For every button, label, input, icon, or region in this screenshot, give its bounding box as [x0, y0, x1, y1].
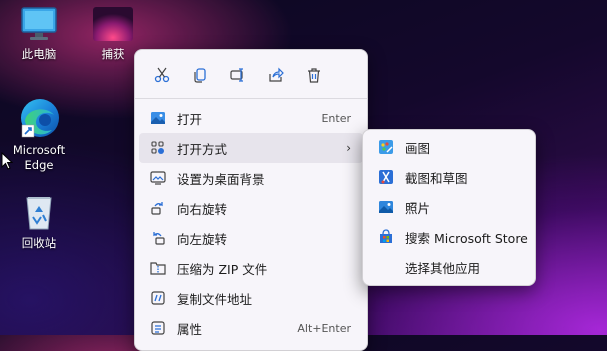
submenu-item-photos[interactable]: 照片 — [367, 192, 531, 222]
submenu-item-label: 画图 — [405, 140, 431, 156]
zip-folder-icon — [149, 259, 167, 277]
menu-item-open-with[interactable]: 打开方式 › — [139, 133, 363, 163]
desktop-icon-label: 回收站 — [21, 236, 57, 250]
submenu-item-label: 照片 — [405, 200, 431, 216]
rotate-right-icon — [149, 199, 167, 217]
menu-item-copy-path[interactable]: 复制文件地址 — [139, 283, 363, 313]
desktop-icon-this-pc[interactable]: 此电脑 — [2, 5, 76, 62]
menu-item-compress-zip[interactable]: 压缩为 ZIP 文件 — [139, 253, 363, 283]
menu-item-rotate-left[interactable]: 向左旋转 — [139, 223, 363, 253]
copy-button[interactable] — [181, 62, 219, 88]
menu-item-properties[interactable]: 属性 Alt+Enter — [139, 313, 363, 343]
cut-icon — [154, 67, 170, 83]
submenu-item-paint[interactable]: 画图 — [367, 132, 531, 162]
properties-icon — [149, 319, 167, 337]
picture-icon — [149, 109, 167, 127]
mouse-cursor-icon — [1, 151, 14, 174]
desktop-icon-label: Microsoft Edge — [12, 143, 66, 172]
share-icon — [269, 67, 284, 82]
context-menu: 打开 Enter 打开方式 › 设置为桌面背景 向右旋转 向左旋转 压缩为 ZI… — [134, 49, 368, 351]
menu-item-shortcut: Alt+Enter — [297, 321, 351, 335]
delete-icon — [308, 68, 320, 83]
open-with-submenu: 画图 截图和草图 照片 搜索 Microsoft Store 选择其他应用 — [362, 129, 536, 286]
menu-item-label: 压缩为 ZIP 文件 — [177, 261, 268, 277]
menu-item-label: 复制文件地址 — [177, 291, 253, 307]
desktop-icon-label: 捕获 — [101, 47, 125, 61]
menu-divider — [135, 98, 367, 99]
context-menu-toolbar — [135, 50, 367, 94]
rename-button[interactable] — [219, 62, 257, 88]
photos-icon — [377, 198, 395, 216]
submenu-item-label: 截图和草图 — [405, 170, 468, 186]
open-with-icon — [149, 139, 167, 157]
desktop-icon-edge[interactable]: Microsoft Edge — [2, 95, 76, 173]
menu-item-label: 向左旋转 — [177, 231, 228, 247]
monitor-icon — [19, 5, 59, 43]
desktop-background-icon — [149, 169, 167, 187]
submenu-item-label: 选择其他应用 — [405, 260, 481, 276]
menu-item-shortcut: Enter — [321, 111, 351, 125]
copy-path-icon — [149, 289, 167, 307]
rotate-left-icon — [149, 229, 167, 247]
submenu-item-search-store[interactable]: 搜索 Microsoft Store — [367, 222, 531, 252]
submenu-item-snipping-tool[interactable]: 截图和草图 — [367, 162, 531, 192]
menu-item-rotate-right[interactable]: 向右旋转 — [139, 193, 363, 223]
menu-item-label: 设置为桌面背景 — [177, 171, 265, 187]
cut-button[interactable] — [143, 62, 181, 88]
desktop-icon-recycle-bin[interactable]: 回收站 — [2, 192, 76, 251]
menu-item-label: 打开 — [177, 111, 203, 127]
submenu-item-choose-other-app[interactable]: 选择其他应用 — [367, 252, 531, 282]
rename-icon — [230, 68, 243, 82]
menu-item-label: 打开方式 — [177, 141, 228, 157]
image-thumbnail-icon — [91, 5, 135, 43]
chevron-right-icon: › — [346, 141, 351, 155]
edge-icon — [16, 95, 62, 141]
recycle-bin-icon — [21, 192, 57, 232]
delete-button[interactable] — [295, 62, 333, 88]
menu-item-set-desktop-background[interactable]: 设置为桌面背景 — [139, 163, 363, 193]
submenu-item-label: 搜索 Microsoft Store — [405, 230, 528, 246]
store-icon — [377, 228, 395, 246]
paint-icon — [377, 138, 395, 156]
copy-icon — [194, 68, 206, 83]
desktop-icon-label: 此电脑 — [21, 47, 57, 61]
snipping-tool-icon — [377, 168, 395, 186]
menu-item-open[interactable]: 打开 Enter — [139, 103, 363, 133]
menu-item-label: 向右旋转 — [177, 201, 228, 217]
share-button[interactable] — [257, 62, 295, 88]
